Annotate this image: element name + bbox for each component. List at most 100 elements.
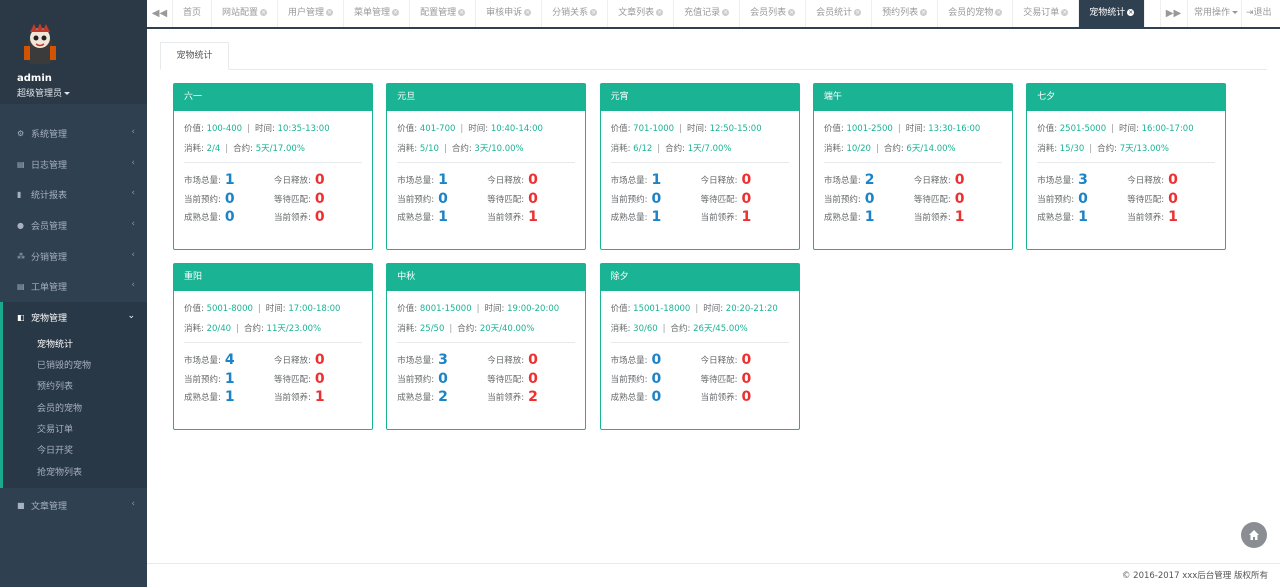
submenu-item-pet-stats[interactable]: 宠物统计 (3, 335, 147, 356)
page-tabs: 首页 网站配置 × 用户管理 × 菜单管理 × 配置管理 × 审核申诉 × 分销关系 × 文章列表 × 充值记… (173, 0, 1146, 27)
tab-6[interactable]: 分销关系 × (542, 0, 609, 27)
divider (823, 162, 1002, 163)
tab-3[interactable]: 菜单管理 × (344, 0, 411, 27)
waiting-match: 0 (528, 370, 538, 387)
sidebar-item-ticket[interactable]: ▤ 工单管理 ‹ (0, 271, 147, 302)
close-icon[interactable]: × (524, 9, 532, 16)
chevron-left-icon: ‹ (131, 127, 135, 137)
waiting-match: 0 (314, 370, 325, 387)
tabs-scroll-left-button[interactable]: ◀◀ (147, 0, 173, 27)
tab-7[interactable]: 文章列表 × (608, 0, 675, 27)
pet-stat-card: 元宵 价值: 701-1000 | 时间: 12:50-15:00 消耗: 6/12 | 合… (599, 83, 800, 250)
bar-chart-icon: ▮ (17, 190, 22, 200)
value-range: 8001-15000 (419, 304, 472, 314)
tabs-scroll-right-button[interactable]: ▶▶ (1160, 0, 1186, 27)
time-range: 10:35-13:00 (277, 124, 330, 134)
sidebar-item-distribution[interactable]: ⁂ 分销管理 ‹ (0, 241, 147, 272)
tab-1[interactable]: 网站配置 × (212, 0, 279, 27)
card-title: 六一 (174, 84, 372, 111)
value-range: 5001-8000 (206, 304, 253, 314)
pet-stat-card: 六一 价值: 100-400 | 时间: 10:35-13:00 消耗: 2/4 | 合约:… (173, 83, 373, 250)
contract-value: 26天/45.00% (693, 324, 748, 334)
close-icon[interactable]: × (260, 9, 268, 16)
close-icon[interactable]: × (458, 9, 466, 16)
exit-button[interactable]: ⇥退出 (1241, 0, 1276, 27)
user-name[interactable]: admin (17, 73, 52, 84)
card-body: 价值: 15001-18000 | 时间: 20:20-21:20 消耗: 30/60… (601, 291, 799, 407)
today-release: 0 (528, 352, 538, 369)
divider (1037, 162, 1216, 163)
submenu-item-grab-list[interactable]: 抢宠物列表 (3, 463, 147, 484)
close-icon[interactable]: × (590, 9, 598, 16)
chevron-down-icon: ⌄ (127, 311, 135, 322)
tabs-bar: ◀◀ 首页 网站配置 × 用户管理 × 菜单管理 × 配置管理 × 审核申诉 × 分销关系 × 文章列表 ×… (147, 0, 1280, 29)
market-total: 3 (1078, 172, 1088, 189)
gear-icon: ⚙ (17, 128, 25, 138)
close-icon[interactable]: × (722, 9, 730, 16)
pet-stat-card: 重阳 价值: 5001-8000 | 时间: 17:00-18:00 消耗: 20/40… (173, 263, 373, 430)
value-range: 15001-18000 (633, 304, 691, 314)
tab-4[interactable]: 配置管理 × (410, 0, 477, 27)
close-icon[interactable]: × (995, 9, 1003, 16)
sidebar-item-member[interactable]: ● 会员管理 ‹ (0, 210, 147, 241)
card-value-time-row: 价值: 15001-18000 | 时间: 20:20-21:20 (610, 304, 778, 314)
tab-14[interactable]: 宠物统计 × (1079, 0, 1146, 27)
submenu-item-bookings[interactable]: 预约列表 (3, 377, 147, 398)
close-icon[interactable]: × (1061, 9, 1069, 16)
card-body: 价值: 100-400 | 时间: 10:35-13:00 消耗: 2/4 | 合约: 5… (174, 111, 372, 227)
tab-10[interactable]: 会员统计 × (806, 0, 873, 27)
card-title: 七夕 (1027, 84, 1226, 111)
value-range: 401-700 (419, 124, 456, 134)
tab-11[interactable]: 预约列表 × (872, 0, 939, 27)
card-stats: 市场总量: 1 今日释放: 0 当前预约: 0 等待匹配: 0 成熟总量: 1 当前领养: 1 (397, 172, 538, 226)
card-stats: 市场总量: 1 今日释放: 0 当前预约: 0 等待匹配: 0 成熟总量: 1 当前领养: 1 (610, 172, 752, 226)
list-icon: ▤ (17, 159, 25, 169)
submenu-item-trade-orders[interactable]: 交易订单 (3, 420, 147, 441)
close-icon[interactable]: × (656, 9, 664, 16)
card-value-time-row: 价值: 1001-2500 | 时间: 13:30-16:00 (823, 124, 981, 134)
consume-value: 30/60 (633, 324, 658, 334)
current-booking: 0 (651, 370, 662, 387)
consume-value: 15/30 (1059, 144, 1085, 154)
sidebar-item-pet[interactable]: ◧ 宠物管理 ⌄ (0, 302, 147, 333)
card-stats: 市场总量: 2 今日释放: 0 当前预约: 0 等待匹配: 0 成熟总量: 1 当前领养: 1 (823, 172, 965, 226)
card-body: 价值: 2501-5000 | 时间: 16:00-17:00 消耗: 15/30 | 合… (1027, 111, 1225, 227)
close-icon[interactable]: × (392, 9, 400, 16)
current-booking: 0 (438, 190, 448, 207)
contract-value: 20天/40.00% (479, 324, 535, 334)
close-icon[interactable]: × (854, 9, 862, 16)
close-icon[interactable]: × (920, 9, 928, 16)
card-consume-row: 消耗: 6/12 | 合约: 1天/7.00% (610, 144, 732, 154)
tab-8[interactable]: 充值记录 × (674, 0, 741, 27)
card-title: 重阳 (174, 264, 372, 291)
close-icon[interactable]: × (788, 9, 796, 16)
tab-pet-stats[interactable]: 宠物统计 (160, 42, 229, 70)
chevron-left-icon: ‹ (131, 188, 135, 199)
contract-value: 7天/13.00% (1119, 144, 1169, 154)
submenu-item-member-pets[interactable]: 会员的宠物 (3, 399, 147, 420)
back-to-top-button[interactable] (1241, 522, 1267, 548)
sidebar-item-system[interactable]: ⚙ 系统管理 ‹ (0, 118, 147, 149)
time-range: 10:40-14:00 (490, 124, 543, 134)
close-icon[interactable]: × (326, 9, 334, 16)
waiting-match: 0 (314, 190, 325, 207)
sidebar-item-report[interactable]: ▮ 统计报表 ‹ (0, 179, 147, 210)
tab-12[interactable]: 会员的宠物 × (938, 0, 1014, 27)
tab-9[interactable]: 会员列表 × (740, 0, 807, 27)
tab-0[interactable]: 首页 (173, 0, 213, 27)
submenu-item-today-draw[interactable]: 今日开奖 (3, 441, 147, 462)
footer: © 2016-2017 xxx后台管理 版权所有 (147, 563, 1280, 587)
close-icon[interactable]: × (1127, 9, 1135, 16)
sidebar-item-article[interactable]: ■ 文章管理 ‹ (0, 490, 147, 521)
sidebar-item-log[interactable]: ▤ 日志管理 ‹ (0, 149, 147, 180)
waiting-match: 0 (1168, 190, 1178, 207)
tab-5[interactable]: 审核申诉 × (476, 0, 543, 27)
user-role[interactable]: 超级管理员 (17, 86, 71, 99)
tab-2[interactable]: 用户管理 × (278, 0, 345, 27)
submenu-item-destroyed-pets[interactable]: 已销毁的宠物 (3, 356, 147, 377)
tab-13[interactable]: 交易订单 × (1013, 0, 1080, 27)
common-actions-dropdown[interactable]: 常用操作 (1187, 0, 1244, 27)
avatar[interactable] (22, 22, 58, 66)
sidebar: admin 超级管理员 ⚙ 系统管理 ‹ ▤ 日志管理 ‹ ▮ 统计报表 ‹ ● 会员管理 ‹ … (0, 0, 147, 587)
contract-value: 1天/7.00% (687, 144, 732, 154)
